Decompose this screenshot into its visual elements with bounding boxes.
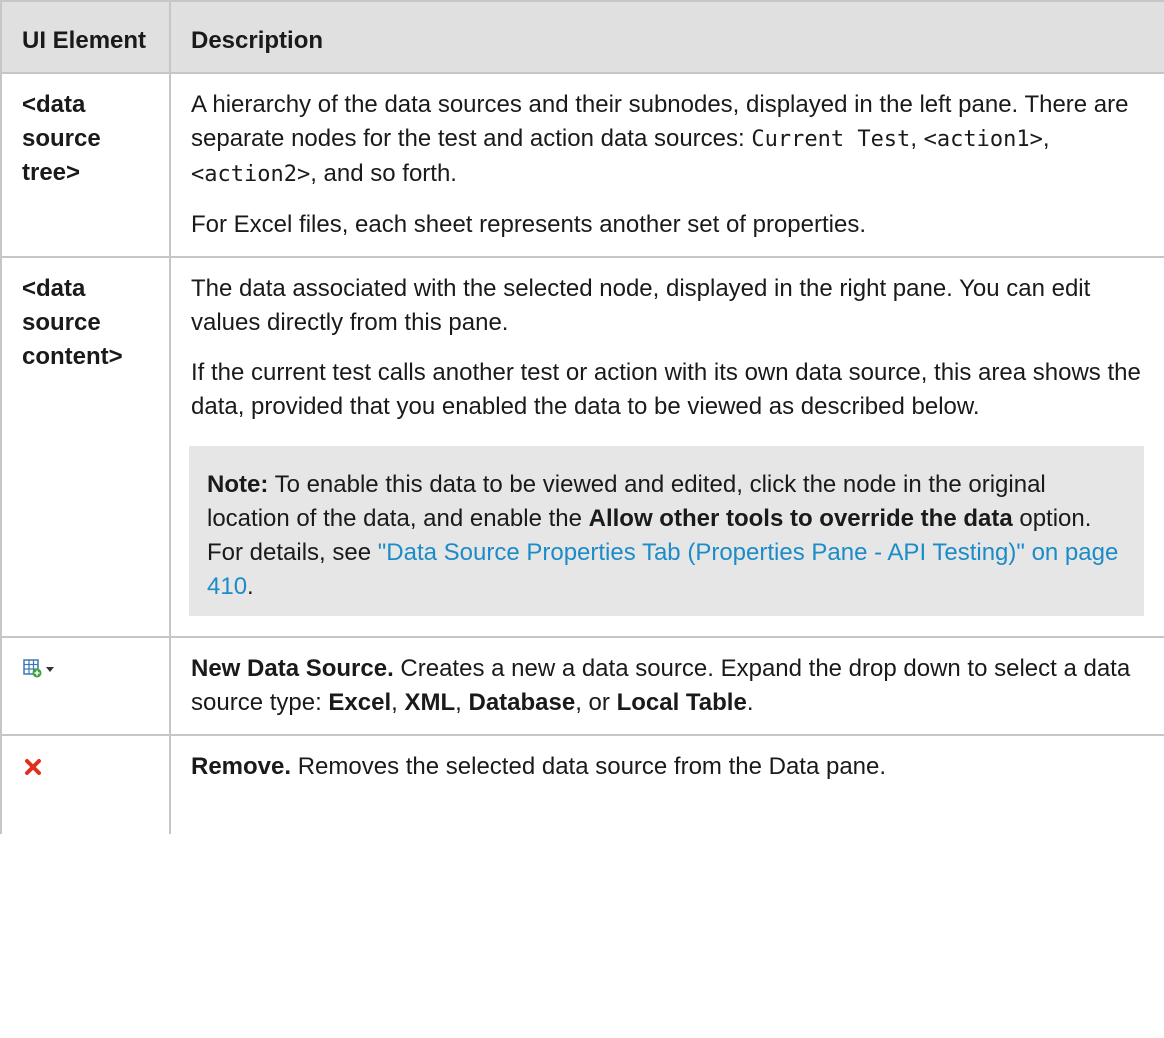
header-description: Description [169, 0, 1164, 74]
type-excel: Excel [328, 689, 392, 716]
description-paragraph: For Excel files, each sheet represents a… [191, 211, 867, 238]
ui-elements-table: UI Element Description <data source tree… [0, 0, 1164, 834]
separator: , or [575, 689, 617, 716]
type-database: Database [468, 689, 576, 716]
table-header-row: UI Element Description [0, 0, 1164, 74]
table-row: Remove. Removes the selected data source… [0, 735, 1164, 834]
description-paragraph: A hierarchy of the data sources and thei… [191, 88, 1144, 192]
element-data-source-tree: <data source tree> [0, 73, 170, 258]
description-text: , and so forth. [310, 160, 457, 187]
description-paragraph: New Data Source. Creates a new a data so… [191, 652, 1144, 720]
description-text: Removes the selected data source from th… [291, 753, 887, 780]
description-paragraph: Remove. Removes the selected data source… [191, 750, 1144, 784]
separator: , [391, 689, 405, 716]
table-row: <data source content> The data associate… [0, 257, 1164, 638]
element-new-data-source [0, 637, 170, 736]
element-data-source-content: <data source content> [0, 257, 170, 638]
type-local-table: Local Table [616, 689, 747, 716]
type-xml: XML [404, 689, 456, 716]
note-option-name: Allow other tools to override the data [588, 505, 1013, 532]
description-paragraph: If the current test calls another test o… [191, 359, 1141, 420]
new-data-source-icon [22, 656, 58, 690]
description-new-data-source: New Data Source. Creates a new a data so… [169, 637, 1164, 736]
header-ui-element: UI Element [0, 0, 170, 74]
description-title: New Data Source. [191, 655, 394, 682]
code-action1: <action1> [923, 127, 1043, 152]
description-title: Remove. [191, 753, 292, 780]
table-row: <data source tree> A hierarchy of the da… [0, 73, 1164, 258]
description-text: . [746, 689, 754, 716]
code-action2: <action2> [191, 162, 311, 187]
separator: , [910, 125, 924, 152]
description-data-source-tree: A hierarchy of the data sources and thei… [169, 73, 1164, 258]
note-label: Note: [207, 471, 269, 498]
separator: , [1042, 125, 1050, 152]
description-data-source-content: The data associated with the selected no… [169, 257, 1164, 638]
element-remove [0, 735, 170, 834]
table-row: New Data Source. Creates a new a data so… [0, 637, 1164, 736]
note-text: . [247, 573, 254, 600]
code-current-test: Current Test [751, 127, 911, 152]
description-remove: Remove. Removes the selected data source… [169, 735, 1164, 834]
description-paragraph: The data associated with the selected no… [191, 275, 1091, 336]
note-box: Note: To enable this data to be viewed a… [189, 446, 1144, 616]
separator: , [455, 689, 469, 716]
remove-icon [22, 754, 44, 788]
